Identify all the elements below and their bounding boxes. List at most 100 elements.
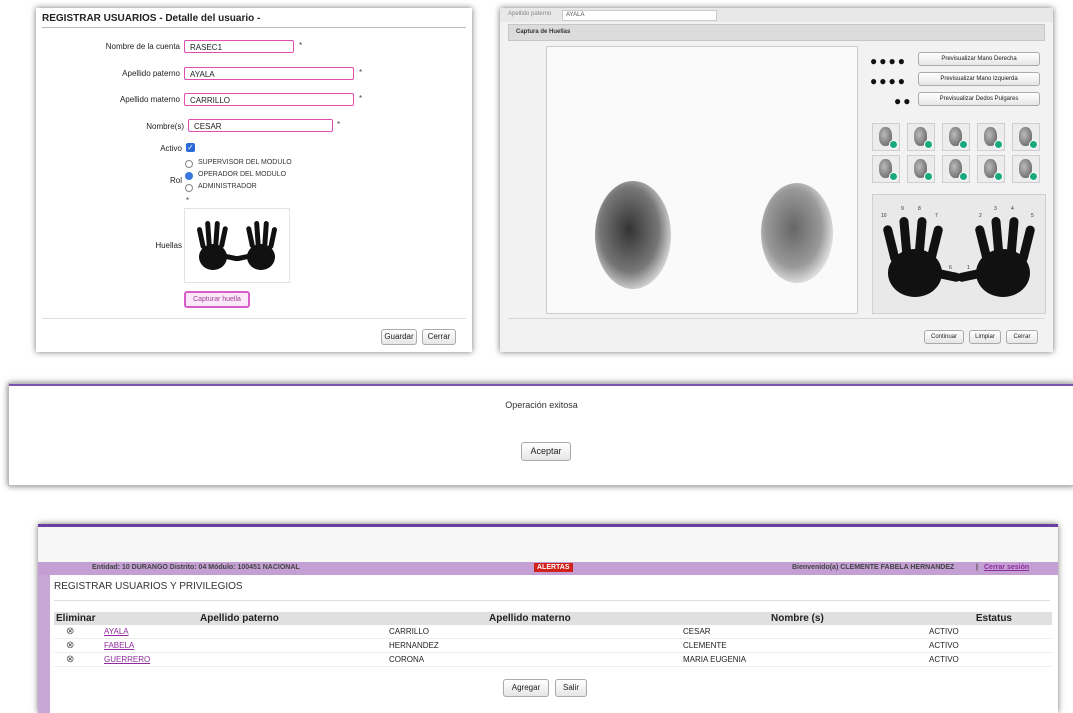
col-eliminar: Eliminar [56,613,96,624]
finger-thumbnail[interactable] [942,123,970,151]
logout-link[interactable]: Cerrar sesión [984,564,1029,571]
right-hand-dots: ●●●● [870,54,907,68]
accept-button[interactable]: Aceptar [521,442,571,461]
rol-label: Rol [169,176,182,185]
col-paterno: Apellido paterno [200,613,279,624]
tab-field-label: Apellido paterno [508,11,552,17]
close-button[interactable]: Cerrar [422,329,456,345]
right-fingerprint [761,183,833,283]
left-accent [38,575,50,713]
preview-left-hand-button[interactable]: Previsualizar Mano Izquierda [918,72,1040,86]
row-materno: CORONA [389,655,425,664]
close-button[interactable]: Cerrar [1006,330,1038,344]
row-nombre: CLEMENTE [683,641,727,650]
row-estatus: ACTIVO [929,655,959,664]
row-paterno-link[interactable]: AYALA [102,625,385,639]
finger-thumbnail[interactable] [872,155,900,183]
hands-icon [197,220,277,270]
table-row: ⊗ AYALA CARRILLO CESAR ACTIVO [54,625,1052,639]
tab-strip: Apellido paterno AYALA [500,8,1053,22]
finger-thumbnail[interactable] [1012,123,1040,151]
finger-number: 3 [994,206,997,212]
nombre-label: Nombre(s) [146,122,184,131]
role-operador-radio[interactable] [185,172,193,180]
users-table: Eliminar Apellido paterno Apellido mater… [54,612,1052,667]
paterno-input[interactable]: AYALA [184,67,354,80]
left-hand-dots: ●●●● [870,74,907,88]
huellas-label: Huellas [155,241,182,250]
preview-thumbs-button[interactable]: Previsualizar Dedos Pulgares [918,92,1040,106]
table-header: Eliminar Apellido paterno Apellido mater… [54,612,1052,625]
nombre-input[interactable]: CESAR [188,119,333,132]
fingerprint-canvas [546,46,858,314]
materno-label: Apellido materno [119,95,180,104]
finger-number: 7 [935,213,938,219]
hands-diagram: 10 9 8 7 6 1 2 3 4 5 [872,194,1046,314]
role-supervisor-label: SUPERVISOR DEL MODULO [198,159,292,166]
finger-thumbnail[interactable] [977,155,1005,183]
welcome-text: Bienvenido(a) CLEMENTE FABELA HERNANDEZ [792,564,955,571]
finger-thumbnail[interactable] [1012,155,1040,183]
finger-number: 9 [901,206,904,212]
col-materno: Apellido materno [489,613,571,624]
finger-number: 2 [979,213,982,219]
table-row: ⊗ GUERRERO CORONA MARIA EUGENIA ACTIVO [54,653,1052,667]
materno-input[interactable]: CARRILLO [184,93,354,106]
section-title: REGISTRAR USUARIOS Y PRIVILEGIOS [54,581,243,592]
required-mark: * [186,196,190,205]
finger-number: 8 [918,206,921,212]
col-nombre: Nombre (s) [771,613,824,624]
clear-button[interactable]: Limpiar [969,330,1001,344]
role-admin-radio[interactable] [185,184,193,192]
account-label: Nombre de la cuenta [105,42,180,51]
fingerprints-image [595,181,833,289]
required-mark: * [359,94,363,103]
dialog-title: Captura de Huellas [516,29,571,35]
role-admin-label: ADMINISTRADOR [198,183,257,190]
alerts-link[interactable]: ALERTAS [534,563,573,572]
left-fingerprint [595,181,671,289]
row-nombre: MARIA EUGENIA [683,655,747,664]
save-button[interactable]: Guardar [381,329,417,345]
success-dialog: Operación exitosa Aceptar [8,383,1073,486]
exit-button[interactable]: Salir [555,679,587,697]
hands-preview [184,208,290,283]
activo-checkbox[interactable]: ✓ [186,143,195,152]
add-button[interactable]: Agregar [503,679,549,697]
account-input[interactable]: RASEC1 [184,40,294,53]
header-separator: | [976,564,978,571]
delete-icon[interactable]: ⊗ [54,653,102,667]
continue-button[interactable]: Continuar [924,330,964,344]
finger-number: 5 [1031,213,1034,219]
finger-number: 10 [881,213,887,219]
users-list-panel: Entidad: 10 DURANGO Distrito: 04 Módulo:… [38,524,1058,713]
activo-label: Activo [160,144,182,153]
finger-thumbnail[interactable] [907,123,935,151]
role-operador-label: OPERADOR DEL MODULO [198,171,287,178]
required-mark: * [299,41,303,50]
capture-fingerprint-button[interactable]: Capturar huella [184,291,250,308]
content-area: REGISTRAR USUARIOS Y PRIVILEGIOS Elimina… [50,575,1058,713]
top-accent-line [38,524,1058,527]
delete-icon[interactable]: ⊗ [54,639,102,653]
row-paterno-link[interactable]: FABELA [102,639,385,653]
row-estatus: ACTIVO [929,641,959,650]
finger-thumbnail[interactable] [942,155,970,183]
tab-field-value[interactable]: AYALA [562,10,717,21]
footer-divider [42,318,466,319]
finger-thumbnail[interactable] [977,123,1005,151]
role-supervisor-radio[interactable] [185,160,193,168]
hands-diagram-icon: 10 9 8 7 6 1 2 3 4 5 [881,206,1035,297]
finger-thumbnail[interactable] [872,123,900,151]
detail-title: REGISTRAR USUARIOS - Detalle del usuario… [42,13,261,24]
row-paterno-link[interactable]: GUERRERO [102,653,385,667]
preview-right-hand-button[interactable]: Previsualizar Mano Derecha [918,52,1040,66]
fingerprint-capture-panel: Apellido paterno AYALA Captura de Huella… [500,8,1053,352]
row-materno: HERNANDEZ [389,641,439,650]
delete-icon[interactable]: ⊗ [54,625,102,639]
title-divider [54,600,1050,601]
paterno-label: Apellido paterno [122,69,180,78]
finger-thumbnail[interactable] [907,155,935,183]
session-bar: Entidad: 10 DURANGO Distrito: 04 Módulo:… [38,562,1058,575]
row-nombre: CESAR [683,627,711,636]
